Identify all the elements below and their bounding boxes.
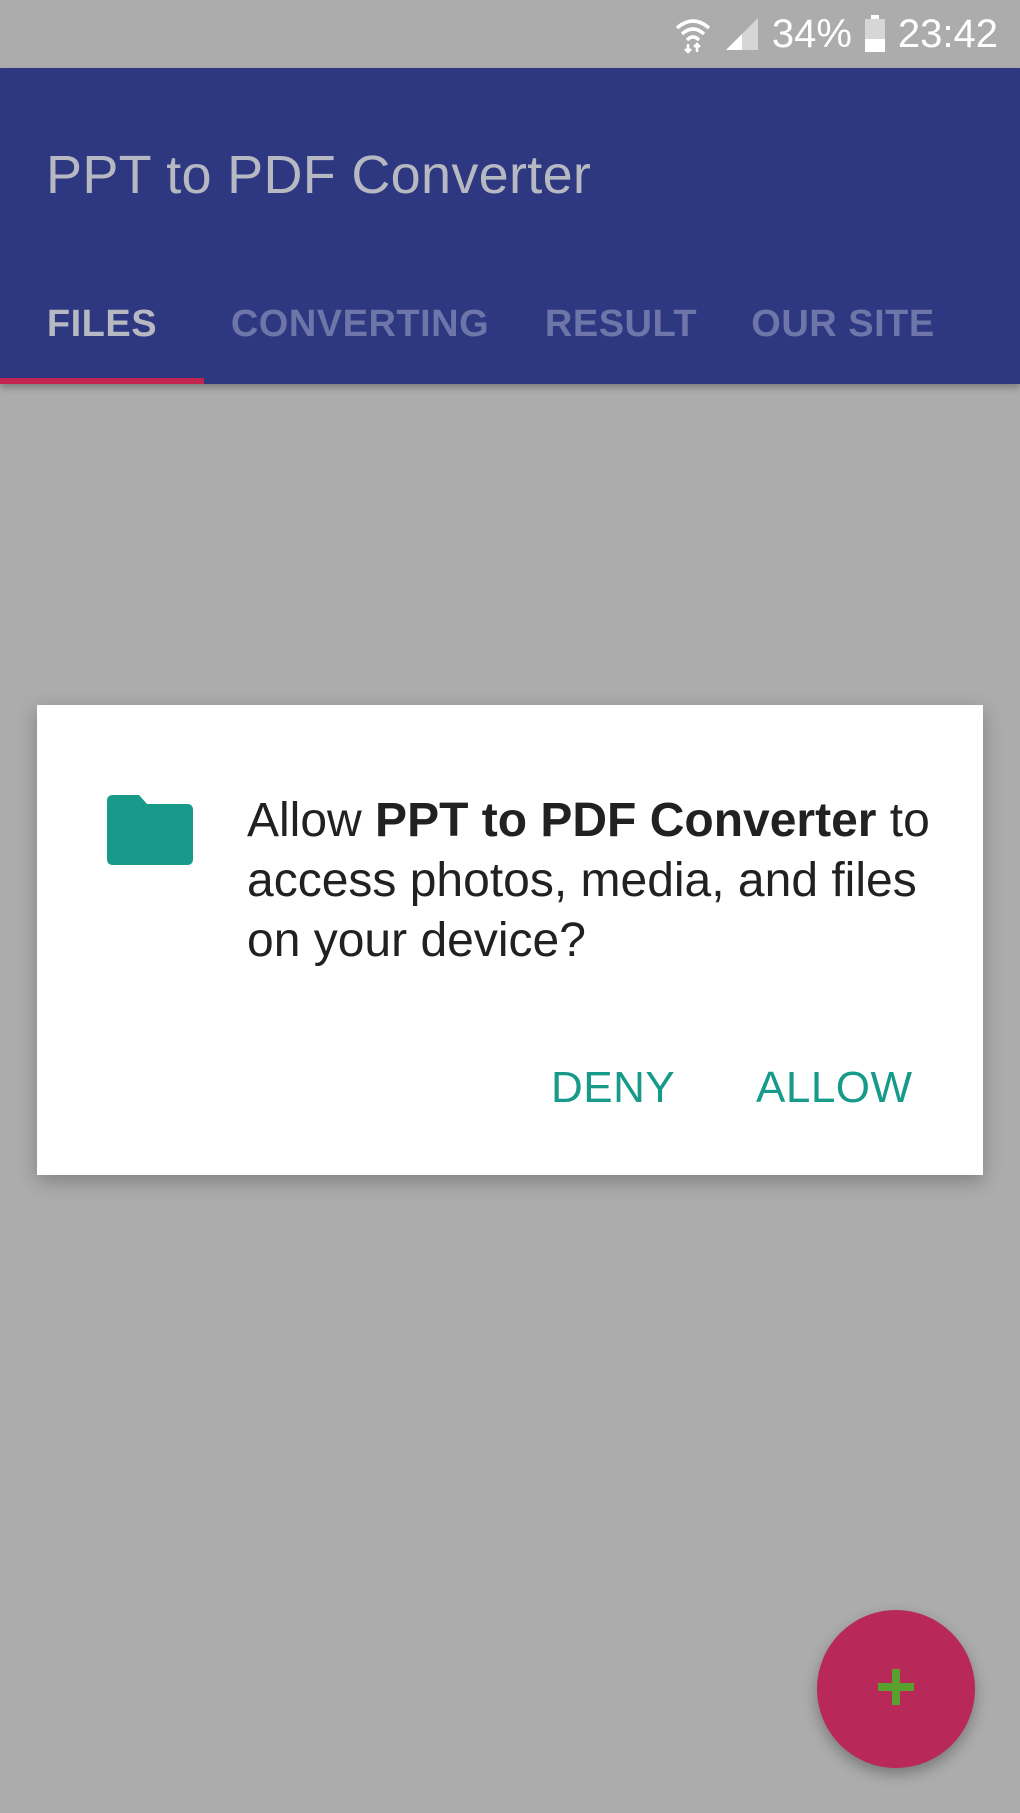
permission-dialog: Allow PPT to PDF Converter to access pho…	[37, 705, 983, 1175]
battery-icon	[864, 15, 886, 53]
tab-converting[interactable]: CONVERTING	[204, 264, 516, 384]
clock: 23:42	[897, 12, 998, 56]
plus-icon	[876, 1667, 916, 1712]
battery-percent: 34%	[771, 12, 852, 56]
wifi-icon	[674, 14, 712, 54]
app-title: PPT to PDF Converter	[46, 145, 592, 205]
add-file-button[interactable]	[817, 1610, 975, 1768]
app-bar: PPT to PDF Converter FILES CONVERTING RE…	[0, 68, 1020, 384]
tab-files[interactable]: FILES	[0, 264, 204, 384]
allow-button[interactable]: ALLOW	[756, 1043, 913, 1133]
status-bar: 34% 23:42	[0, 0, 1020, 68]
tab-indicator	[0, 378, 204, 384]
signal-icon	[724, 16, 760, 52]
tab-bar: FILES CONVERTING RESULT OUR SITE	[0, 264, 1020, 384]
tab-result[interactable]: RESULT	[516, 264, 726, 384]
deny-button[interactable]: DENY	[551, 1043, 675, 1133]
dialog-message: Allow PPT to PDF Converter to access pho…	[247, 791, 937, 971]
message-app-name: PPT to PDF Converter	[375, 794, 877, 847]
status-icons: 34% 23:42	[674, 0, 998, 68]
message-prefix: Allow	[247, 794, 376, 847]
folder-icon	[107, 795, 193, 870]
tab-our-site[interactable]: OUR SITE	[726, 264, 960, 384]
